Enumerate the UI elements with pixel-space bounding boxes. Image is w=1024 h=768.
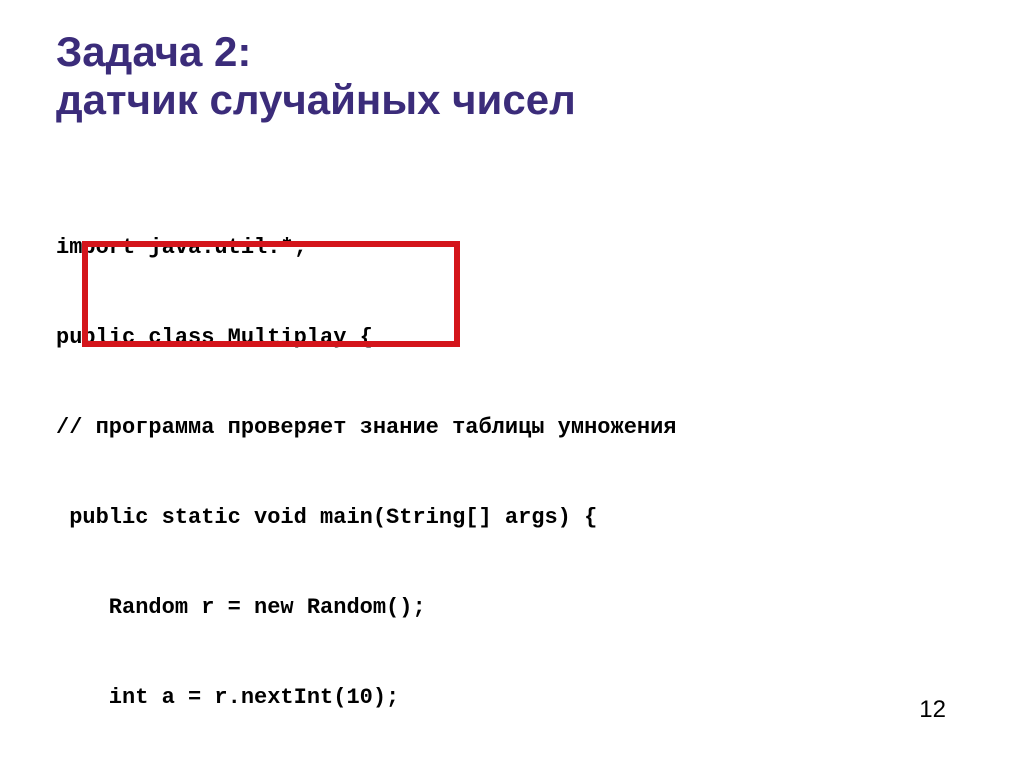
slide-title: Задача 2: датчик случайных чисел [56, 28, 968, 125]
slide: Задача 2: датчик случайных чисел import … [0, 0, 1024, 768]
code-line-02: public class Multiplay { [56, 323, 968, 353]
code-line-04: public static void main(String[] args) { [56, 503, 968, 533]
code-line-01: import java.util.*; [56, 233, 968, 263]
page-number: 12 [919, 696, 946, 724]
title-line-2: датчик случайных чисел [56, 76, 576, 123]
code-line-06: int a = r.nextInt(10); [56, 683, 968, 713]
code-line-03: // программа проверяет знание таблицы ум… [56, 413, 968, 443]
code-line-05: Random r = new Random(); [56, 593, 968, 623]
code-block: import java.util.*; public class Multipl… [56, 143, 968, 768]
title-line-1: Задача 2: [56, 28, 251, 75]
